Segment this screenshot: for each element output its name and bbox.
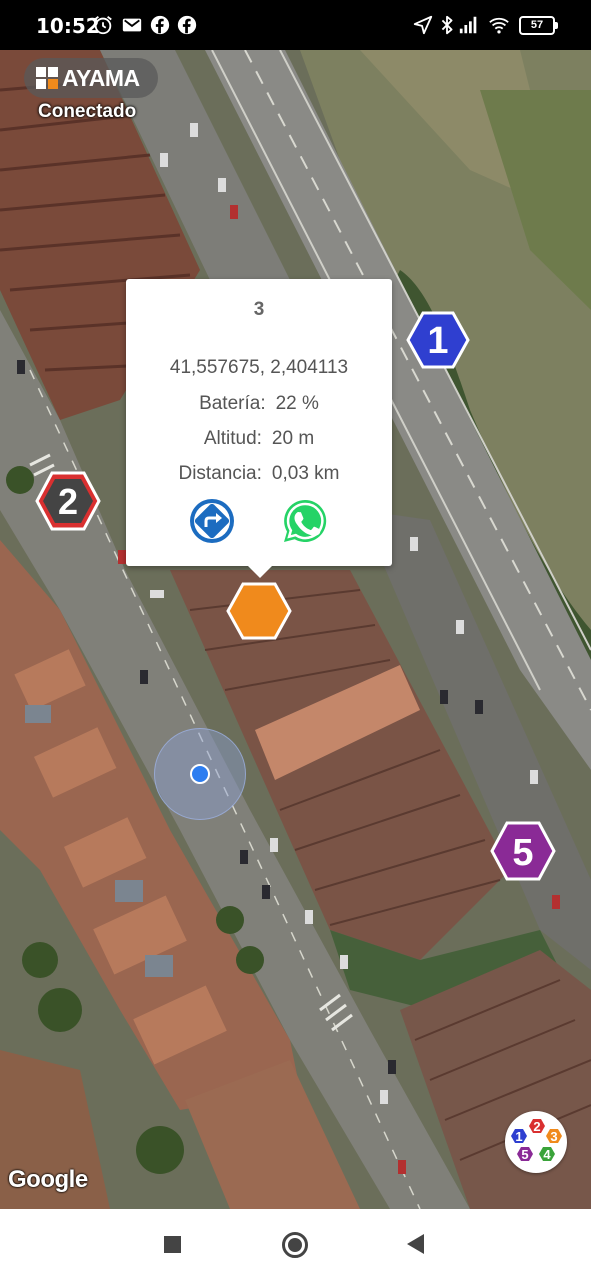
svg-text:2: 2 — [533, 1119, 540, 1134]
battery-icon: 57 — [519, 16, 558, 35]
distance-value: 0,03 km — [271, 463, 340, 484]
recents-button[interactable] — [164, 1236, 181, 1253]
alarm-icon — [94, 16, 112, 35]
map-view[interactable]: AYAMA Conectado 1 2 5 3 41,557675, 2,404… — [0, 50, 591, 1209]
battery-label: Batería: — [199, 393, 266, 414]
tracker-marker-3[interactable] — [226, 581, 292, 641]
popup-coordinates: 41,557675, 2,404113 — [169, 357, 349, 378]
svg-text:3: 3 — [550, 1129, 557, 1144]
my-location-dot — [190, 764, 210, 784]
directions-icon[interactable] — [188, 497, 236, 545]
fleet-markers-icon: 1 2 3 5 4 — [511, 1119, 562, 1162]
back-button[interactable] — [407, 1234, 424, 1254]
location-arrow-icon — [413, 15, 433, 35]
brand-logo: AYAMA — [24, 58, 158, 98]
popup-title: 3 — [253, 299, 265, 320]
tracker-marker-2[interactable]: 2 — [35, 470, 101, 532]
bluetooth-icon — [441, 15, 453, 35]
connection-status: Conectado — [38, 101, 137, 122]
popup-battery-row: Batería: 22 % — [126, 393, 392, 415]
marker-label: 2 — [58, 481, 78, 522]
google-attribution: Google — [8, 1166, 88, 1193]
satellite-imagery — [0, 50, 591, 1209]
tracker-info-popup[interactable]: 3 41,557675, 2,404113 Batería: 22 % Alti… — [126, 279, 392, 578]
facebook-icon — [150, 15, 170, 35]
battery-value: 22 % — [275, 393, 319, 414]
svg-text:5: 5 — [521, 1147, 528, 1162]
distance-label: Distancia: — [178, 463, 262, 484]
marker-label: 5 — [512, 832, 533, 874]
tracker-marker-1[interactable]: 1 — [406, 310, 470, 370]
svg-text:1: 1 — [515, 1129, 522, 1144]
svg-text:4: 4 — [543, 1147, 551, 1162]
marker-label: 1 — [427, 320, 448, 362]
signal-icon — [459, 16, 477, 34]
popup-distance-row: Distancia: 0,03 km — [126, 463, 392, 485]
altitude-label: Altitud: — [203, 428, 262, 449]
navigation-bar — [0, 1209, 591, 1280]
mail-icon — [122, 18, 142, 32]
tracker-marker-5[interactable]: 5 — [490, 820, 556, 882]
fleet-selector-button[interactable]: 1 2 3 5 4 — [505, 1111, 567, 1173]
wifi-icon — [489, 17, 509, 34]
whatsapp-icon[interactable] — [281, 497, 329, 545]
home-button[interactable] — [282, 1232, 308, 1258]
brand-name: AYAMA — [62, 64, 140, 91]
status-time: 10:52 — [36, 14, 100, 38]
popup-altitude-row: Altitud: 20 m — [126, 428, 392, 450]
status-bar: 10:52 57 — [0, 0, 591, 50]
ayama-logo-icon — [36, 67, 58, 89]
facebook-icon — [177, 15, 197, 35]
altitude-value: 20 m — [271, 428, 315, 449]
